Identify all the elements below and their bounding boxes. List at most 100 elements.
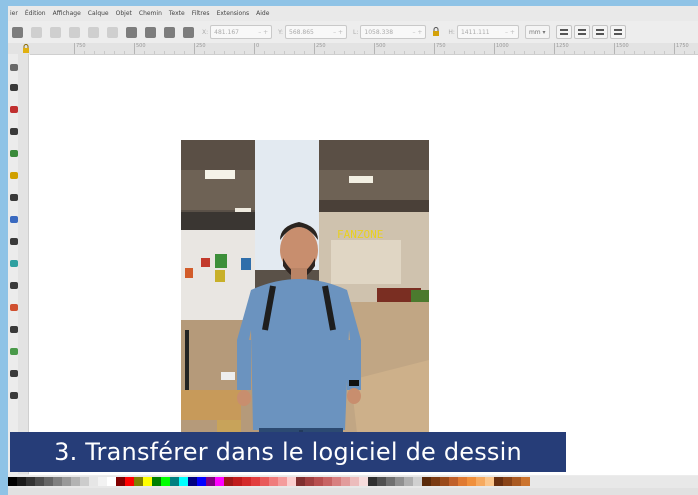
text-tool-icon[interactable] xyxy=(10,238,18,245)
palette-swatch[interactable] xyxy=(449,477,458,486)
palette-swatch[interactable] xyxy=(116,477,125,486)
raise-icon[interactable] xyxy=(145,26,156,38)
star-tool-icon[interactable] xyxy=(10,172,18,179)
bucket-tool-icon[interactable] xyxy=(10,304,18,311)
height-field[interactable]: 1411.111 – + xyxy=(456,25,519,39)
vertical-ruler[interactable] xyxy=(18,54,29,474)
palette-swatch[interactable] xyxy=(359,477,368,486)
palette-swatch[interactable] xyxy=(368,477,377,486)
palette-swatch[interactable] xyxy=(305,477,314,486)
palette-swatch[interactable] xyxy=(134,477,143,486)
palette-swatch[interactable] xyxy=(494,477,503,486)
palette-swatch[interactable] xyxy=(8,477,17,486)
pencil-tool-icon[interactable] xyxy=(10,216,18,223)
y-field[interactable]: 568.865 – + xyxy=(285,25,348,39)
connector-tool-icon[interactable] xyxy=(10,370,18,377)
node-tool-icon[interactable] xyxy=(10,84,18,91)
lock-ratio-icon[interactable] xyxy=(432,27,440,37)
palette-swatch[interactable] xyxy=(35,477,44,486)
palette-swatch[interactable] xyxy=(53,477,62,486)
menu-object[interactable]: Objet xyxy=(116,6,132,21)
palette-swatch[interactable] xyxy=(251,477,260,486)
x-field[interactable]: 481.167 – + xyxy=(210,25,273,39)
palette-swatch[interactable] xyxy=(125,477,134,486)
palette-swatch[interactable] xyxy=(89,477,98,486)
width-field[interactable]: 1058.338 – + xyxy=(360,25,427,39)
palette-swatch[interactable] xyxy=(485,477,494,486)
dropper-tool-icon[interactable] xyxy=(10,348,18,355)
menu-extensions[interactable]: Extensions xyxy=(217,6,250,21)
zoom-tool-icon[interactable] xyxy=(10,106,18,113)
palette-swatch[interactable] xyxy=(521,477,530,486)
palette-swatch[interactable] xyxy=(206,477,215,486)
menu-edit[interactable]: Édition xyxy=(25,6,46,21)
guide-lock-icon[interactable] xyxy=(22,44,30,53)
palette-swatch[interactable] xyxy=(296,477,305,486)
palette-swatch[interactable] xyxy=(26,477,35,486)
x-stepper[interactable]: – + xyxy=(258,29,268,36)
drawing-canvas[interactable]: FANZONE xyxy=(29,55,698,475)
palette-swatch[interactable] xyxy=(386,477,395,486)
palette-swatch[interactable] xyxy=(422,477,431,486)
rotate-ccw-icon[interactable] xyxy=(50,26,61,38)
menu-layer[interactable]: Calque xyxy=(88,6,109,21)
palette-swatch[interactable] xyxy=(332,477,341,486)
tweak-tool-icon[interactable] xyxy=(10,392,18,399)
pen-tool-icon[interactable] xyxy=(10,194,18,201)
menu-path[interactable]: Chemin xyxy=(139,6,162,21)
selector-tool-icon[interactable] xyxy=(10,64,18,71)
horizontal-ruler[interactable]: 750 500 250 0 250 500 750 1000 1250 1500 1750 xyxy=(8,43,698,55)
palette-swatch[interactable] xyxy=(107,477,116,486)
palette-swatch[interactable] xyxy=(161,477,170,486)
palette-swatch[interactable] xyxy=(377,477,386,486)
palette-swatch[interactable] xyxy=(278,477,287,486)
rotate-cw-icon[interactable] xyxy=(69,26,80,38)
palette-swatch[interactable] xyxy=(17,477,26,486)
palette-swatch[interactable] xyxy=(188,477,197,486)
palette-swatch[interactable] xyxy=(287,477,296,486)
palette-swatch[interactable] xyxy=(314,477,323,486)
flip-horizontal-icon[interactable] xyxy=(88,26,99,38)
palette-swatch[interactable] xyxy=(224,477,233,486)
palette-swatch[interactable] xyxy=(233,477,242,486)
palette-swatch[interactable] xyxy=(44,477,53,486)
menu-file[interactable]: ier xyxy=(10,6,18,21)
spray-tool-icon[interactable] xyxy=(10,260,18,267)
palette-swatch[interactable] xyxy=(197,477,206,486)
palette-swatch[interactable] xyxy=(80,477,89,486)
select-all-icon[interactable] xyxy=(12,26,23,38)
palette-swatch[interactable] xyxy=(152,477,161,486)
menu-filters[interactable]: Filtres xyxy=(192,6,210,21)
palette-swatch[interactable] xyxy=(503,477,512,486)
imported-photo[interactable]: FANZONE xyxy=(181,140,429,468)
menu-view[interactable]: Affichage xyxy=(53,6,81,21)
palette-swatch[interactable] xyxy=(98,477,107,486)
palette-swatch[interactable] xyxy=(512,477,521,486)
palette-swatch[interactable] xyxy=(242,477,251,486)
gradient-tool-icon[interactable] xyxy=(10,326,18,333)
palette-swatch[interactable] xyxy=(440,477,449,486)
palette-swatch[interactable] xyxy=(179,477,188,486)
select-all-layers-icon[interactable] xyxy=(31,26,42,38)
palette-swatch[interactable] xyxy=(260,477,269,486)
palette-swatch[interactable] xyxy=(341,477,350,486)
palette-swatch[interactable] xyxy=(170,477,179,486)
scale-stroke-icon[interactable] xyxy=(555,25,572,39)
palette-swatch[interactable] xyxy=(395,477,404,486)
palette-swatch[interactable] xyxy=(350,477,359,486)
eraser-tool-icon[interactable] xyxy=(10,282,18,289)
palette-swatch[interactable] xyxy=(143,477,152,486)
palette-swatch[interactable] xyxy=(413,477,422,486)
width-stepper[interactable]: – + xyxy=(412,29,422,36)
rect-tool-icon[interactable] xyxy=(10,150,18,157)
unit-select[interactable]: mm ▾ xyxy=(524,25,550,39)
palette-swatch[interactable] xyxy=(404,477,413,486)
palette-swatch[interactable] xyxy=(323,477,332,486)
palette-swatch[interactable] xyxy=(431,477,440,486)
y-stepper[interactable]: – + xyxy=(333,29,343,36)
palette-swatch[interactable] xyxy=(62,477,71,486)
menu-text[interactable]: Texte xyxy=(169,6,185,21)
measure-tool-icon[interactable] xyxy=(10,128,18,135)
palette-swatch[interactable] xyxy=(467,477,476,486)
palette-swatch[interactable] xyxy=(458,477,467,486)
